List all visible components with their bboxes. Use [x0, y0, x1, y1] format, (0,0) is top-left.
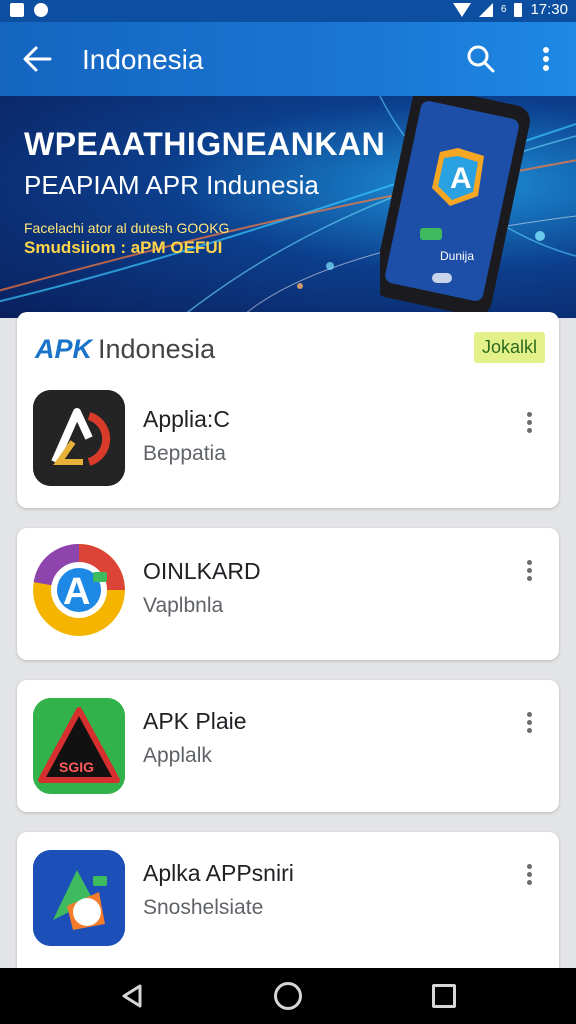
phone-illustration: A Dunija: [380, 96, 530, 313]
phone-screen-label: Dunija: [440, 249, 474, 263]
nav-back-icon[interactable]: [118, 982, 146, 1010]
app-name[interactable]: APK Plaie: [143, 708, 247, 735]
clock: 17:30: [530, 1, 568, 18]
network-label: 6: [500, 4, 507, 15]
banner-caption-strong: Smudsiiom : aPM OEFUI: [24, 238, 223, 257]
nav-home-icon[interactable]: [274, 982, 302, 1010]
app-logo-a-icon: [33, 390, 125, 486]
category-tag[interactable]: Jokalkl: [473, 332, 545, 363]
app-name[interactable]: OINLKARD: [143, 558, 261, 585]
back-arrow-icon[interactable]: [20, 42, 54, 76]
app-card[interactable]: A OINLKARD Vaplbnla: [17, 528, 559, 660]
app-more-icon[interactable]: [527, 864, 533, 886]
card-header-title: Indonesia: [98, 334, 216, 364]
system-navigation-bar: [0, 968, 576, 1024]
app-more-icon[interactable]: [527, 412, 533, 434]
more-options-icon[interactable]: [536, 44, 556, 74]
app-icon-a-red[interactable]: [33, 390, 125, 486]
download-notification-icon: [34, 3, 48, 17]
app-logo-a-icon: A: [33, 543, 125, 636]
app-more-icon[interactable]: [527, 560, 533, 582]
app-more-icon[interactable]: [527, 712, 533, 734]
warning-triangle-icon: SGIG: [33, 698, 125, 794]
nav-recents-icon[interactable]: [432, 984, 456, 1008]
banner-headline: WPEAATHIGNEANKAN: [24, 126, 386, 162]
icon-text: SGIG: [59, 759, 94, 775]
image-notification-icon: [10, 3, 24, 17]
svg-text:A: A: [63, 571, 90, 613]
app-name[interactable]: Applia:C: [143, 406, 230, 433]
svg-text:A: A: [450, 162, 472, 195]
app-icon-a-chrome[interactable]: A: [33, 542, 125, 638]
app-subtitle: Snoshelsiate: [143, 896, 264, 919]
status-bar: 6 17:30: [0, 0, 576, 22]
app-icon-a-blue[interactable]: [33, 850, 125, 946]
promo-banner[interactable]: WPEAATHIGNEANKAN PEAPIAM APR Indunesia F…: [0, 96, 576, 318]
app-card[interactable]: SGIG APK Plaie Applalk: [17, 680, 559, 812]
app-subtitle: Vaplbnla: [143, 594, 224, 617]
banner-caption: Facelachi ator al dutesh GOOKG: [24, 220, 230, 236]
battery-icon: [514, 2, 523, 17]
app-subtitle: Applalk: [143, 744, 212, 767]
banner-subheadline: PEAPIAM APR Indunesia: [24, 170, 319, 200]
search-icon[interactable]: [466, 44, 496, 74]
app-card[interactable]: Aplka APPsniri Snoshelsiate: [17, 832, 559, 968]
app-bar: Indonesia: [0, 22, 576, 96]
apk-logo: APK: [35, 334, 93, 364]
card-header: APK Indonesia: [35, 334, 215, 365]
signal-icon: [478, 2, 493, 17]
wifi-icon: [452, 2, 471, 17]
featured-apps-card: APK Indonesia Jokalkl Applia:C Beppatia: [17, 312, 559, 508]
app-name[interactable]: Aplka APPsniri: [143, 860, 294, 887]
page-title: Indonesia: [82, 44, 204, 75]
app-logo-a-icon: [33, 850, 125, 946]
app-icon-warning-green[interactable]: SGIG: [33, 698, 125, 794]
app-subtitle: Beppatia: [143, 442, 226, 465]
